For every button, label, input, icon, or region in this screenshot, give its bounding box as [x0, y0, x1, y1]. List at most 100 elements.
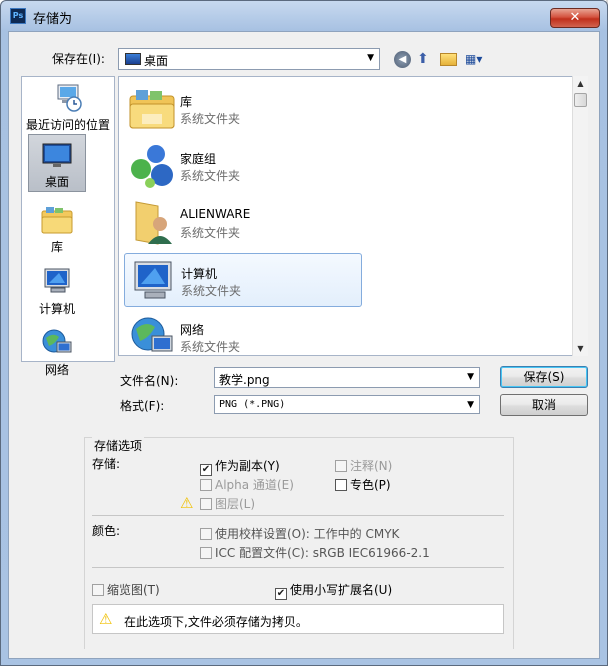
file-type: 系统文件夹	[180, 169, 241, 183]
places-item-desktop[interactable]: 桌面	[11, 142, 103, 190]
alpha-channels-checkbox[interactable]: Alpha 通道(E)	[200, 476, 294, 493]
filename-label: 文件名(N):	[120, 374, 179, 388]
cancel-button[interactable]: 取消	[500, 394, 588, 416]
as-copy-label: 作为副本(Y)	[215, 459, 280, 473]
checkbox-box	[335, 460, 347, 472]
checkbox-box	[200, 547, 212, 559]
file-item-libraries[interactable]: 库 系统文件夹	[124, 82, 362, 136]
scroll-down-icon[interactable]: ▼	[573, 341, 588, 356]
as-copy-checkbox[interactable]: ✔ 作为副本(Y)	[200, 457, 280, 476]
alpha-channels-label: Alpha 通道(E)	[215, 478, 294, 492]
warning-message-box: ⚠ 在此选项下,文件必须存储为拷贝。	[92, 604, 504, 634]
thumbnail-label: 缩览图(T)	[107, 583, 160, 597]
file-name: 计算机	[181, 267, 218, 281]
new-folder-button[interactable]	[440, 53, 457, 66]
divider	[92, 515, 504, 516]
places-item-label: 网络	[44, 363, 69, 377]
file-item-homegroup[interactable]: 家庭组 系统文件夹	[124, 139, 362, 193]
proof-setup-label: 使用校样设置(O): 工作中的 CMYK	[215, 527, 400, 541]
file-name: ALIENWARE	[180, 207, 251, 221]
places-item-label: 桌面	[44, 175, 69, 189]
icc-profile-checkbox[interactable]: ICC 配置文件(C): sRGB IEC61966-2.1	[200, 544, 430, 561]
view-menu-button[interactable]: ▦▾	[465, 51, 491, 68]
file-list-scrollbar[interactable]: ▲ ▼	[572, 76, 588, 356]
file-name: 家庭组	[180, 152, 217, 166]
thumbnail-checkbox[interactable]: 缩览图(T)	[92, 581, 160, 598]
places-item-computer[interactable]: 计算机	[11, 267, 103, 317]
places-item-label: 计算机	[38, 302, 75, 316]
lowercase-extension-label: 使用小写扩展名(U)	[290, 583, 393, 597]
title-bar[interactable]: Ps 存储为 ✕	[1, 1, 607, 31]
scrollbar-thumb[interactable]	[574, 93, 587, 107]
spot-colors-checkbox[interactable]: 专色(P)	[335, 476, 391, 493]
places-item-recent[interactable]: 最近访问的位置	[22, 83, 114, 133]
proof-setup-checkbox[interactable]: 使用校样设置(O): 工作中的 CMYK	[200, 525, 399, 542]
storage-label: 存储:	[92, 457, 121, 471]
save-button[interactable]: 保存(S)	[500, 366, 588, 388]
up-folder-icon: ⬆	[417, 51, 429, 67]
network-icon	[131, 317, 173, 352]
file-type: 系统文件夹	[181, 284, 242, 298]
file-type: 系统文件夹	[180, 226, 241, 240]
user-folder-icon	[135, 201, 172, 245]
notes-checkbox[interactable]: 注释(N)	[335, 457, 392, 474]
warning-icon: ⚠	[180, 494, 194, 512]
homegroup-icon	[131, 145, 173, 188]
libraries-icon	[41, 207, 73, 234]
places-item-label: 库	[50, 240, 63, 254]
checkmark-icon: ✔	[200, 464, 212, 476]
back-arrow-icon: ◀	[398, 54, 407, 65]
places-item-label: 最近访问的位置	[25, 118, 110, 132]
file-name: 库	[180, 95, 193, 109]
up-folder-button[interactable]: ⬆	[417, 51, 434, 68]
format-label: 格式(F):	[120, 399, 165, 413]
filename-value: 教学.png	[219, 373, 270, 387]
layers-label: 图层(L)	[215, 497, 256, 511]
places-bar: 最近访问的位置 桌面 库 计算机 网络	[21, 76, 115, 377]
checkbox-box	[92, 584, 104, 596]
divider	[92, 567, 504, 568]
recent-places-icon	[57, 84, 82, 112]
back-button[interactable]: ◀	[394, 51, 411, 68]
chevron-down-icon: ▼	[367, 53, 374, 63]
file-item-alienware[interactable]: ALIENWARE 系统文件夹	[124, 196, 362, 250]
file-type: 系统文件夹	[180, 112, 241, 126]
places-item-network[interactable]: 网络	[11, 328, 103, 378]
photoshop-logo-icon: Ps	[10, 8, 26, 24]
desktop-icon	[125, 53, 141, 65]
libraries-icon	[129, 90, 175, 129]
places-item-libraries[interactable]: 库	[11, 205, 103, 255]
checkbox-box	[335, 479, 347, 491]
view-menu-icon: ▦▾	[465, 52, 483, 66]
save-options-title: 存储选项	[92, 437, 145, 454]
close-button[interactable]: ✕	[550, 8, 600, 28]
icc-profile-label: ICC 配置文件(C): sRGB IEC61966-2.1	[215, 546, 430, 560]
desktop-icon	[42, 143, 72, 167]
checkmark-icon: ✔	[275, 588, 287, 600]
spot-colors-label: 专色(P)	[350, 478, 391, 492]
dialog-title: 存储为	[33, 12, 73, 27]
color-label: 颜色:	[92, 524, 121, 538]
file-item-network[interactable]: 网络 系统文件夹	[124, 310, 362, 355]
layers-checkbox[interactable]: 图层(L)	[200, 495, 255, 512]
file-item-computer[interactable]: 计算机 系统文件夹	[124, 253, 362, 307]
checkbox-box	[200, 498, 212, 510]
file-list[interactable]: 库 系统文件夹 家庭组 系统文件夹 ALIENWARE 系统文件夹 计算机 系统…	[118, 76, 588, 356]
checkbox-box	[200, 528, 212, 540]
save-as-dialog: Ps 存储为 ✕ 保存在(I): 桌面 ▼ ◀ ⬆ ▦▾ 最近访问的位置 桌面 …	[0, 0, 608, 666]
warning-message: 在此选项下,文件必须存储为拷贝。	[124, 615, 308, 629]
scroll-up-icon[interactable]: ▲	[573, 76, 588, 91]
save-in-dropdown[interactable]: 桌面 ▼	[118, 48, 380, 70]
chevron-down-icon[interactable]: ▼	[467, 372, 474, 382]
lowercase-extension-checkbox[interactable]: ✔ 使用小写扩展名(U)	[275, 581, 392, 600]
format-dropdown[interactable]: PNG (*.PNG) ▼	[214, 395, 480, 414]
notes-label: 注释(N)	[350, 459, 393, 473]
file-name: 网络	[180, 323, 205, 337]
network-icon	[42, 329, 72, 353]
format-value: PNG (*.PNG)	[219, 399, 286, 410]
checkbox-box	[200, 479, 212, 491]
chevron-down-icon: ▼	[467, 400, 474, 410]
filename-input[interactable]: 教学.png ▼	[214, 367, 480, 388]
warning-icon: ⚠	[99, 610, 113, 628]
location-value: 桌面	[144, 54, 169, 68]
